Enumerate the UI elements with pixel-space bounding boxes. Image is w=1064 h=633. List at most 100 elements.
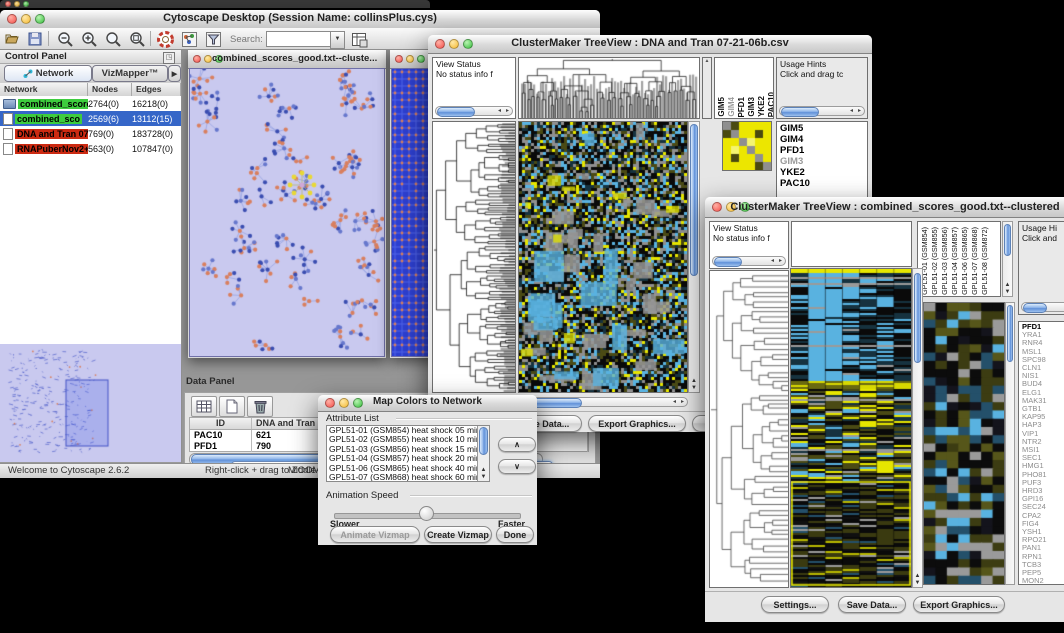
open-file-icon[interactable] [4,30,22,48]
column-label: GIM5 [717,97,726,117]
col-nodes[interactable]: Nodes [88,83,132,96]
network-view-icon[interactable] [180,30,198,48]
tv2-hints-hscrollbar[interactable] [1021,302,1064,312]
zoom-in-icon[interactable] [80,30,98,48]
search-dropdown-icon[interactable]: ▼ [330,31,345,49]
network-graph-canvas[interactable] [190,69,384,356]
tab-network[interactable]: Network [4,65,92,82]
view-status-text: No status info f [713,233,770,243]
attribute-list-vscrollbar[interactable]: ▲▼ [477,426,489,481]
zoom-icon[interactable] [417,55,425,63]
tv2-gene-list[interactable]: PFD1YRA1RNR4MSL1SPC98CLN1NIS1BUD4ELG1MAK… [1018,321,1064,585]
tv2-labels-vscrollbar[interactable]: ▲▼ [1002,221,1013,297]
col-edges[interactable]: Edges [132,83,181,96]
delete-attribute-trash-icon[interactable] [247,396,273,417]
tv1-hints-hscrollbar[interactable]: ◂▸ [779,106,865,116]
tv2-zoom-vscrollbar[interactable] [1005,302,1015,585]
filter-icon[interactable] [204,30,222,48]
tv1-mini-matrix-canvas[interactable] [723,122,771,170]
tab-vizmapper[interactable]: VizMapper™ [92,65,168,82]
window-controls[interactable] [5,1,29,7]
network-tree-row[interactable]: combined_scores2764(0)16218(0) [0,96,181,111]
done-button[interactable]: Done [496,526,534,543]
minimize-icon[interactable] [14,1,20,7]
minimize-icon[interactable] [406,55,414,63]
network-tree-row[interactable]: combined_sco2569(6)13112(15) [0,111,181,126]
close-icon[interactable] [395,55,403,63]
tv2-heatmap-vscrollbar[interactable]: ▲▼ [912,268,923,588]
tv1-status-hscrollbar[interactable]: ◂▸ [435,106,513,116]
scrollbar-thumb[interactable] [1007,305,1013,362]
zoom-selected-icon[interactable] [104,30,122,48]
treeview1-titlebar[interactable]: ClusterMaker TreeView : DNA and Tran 07-… [428,35,872,54]
animation-speed-slider-thumb[interactable] [419,506,434,521]
node-count: 2569(6) [88,114,132,124]
scrollbar-thumb[interactable] [714,257,742,267]
tv2-zoom-heatmap-canvas[interactable] [924,303,1004,584]
float-panel-icon[interactable]: ◳ [163,52,175,64]
move-down-button[interactable]: ∨ [498,459,536,474]
export-graphics-button[interactable]: Export Graphics... [588,415,686,432]
close-icon[interactable] [193,55,201,63]
new-attribute-icon[interactable] [219,396,245,417]
birdseye-view[interactable] [0,344,181,463]
tv2-usage-hints-panel: Usage Hi Click and [1018,221,1064,315]
tv2-heatmap-canvas[interactable] [791,269,911,587]
minimize-icon[interactable] [204,55,212,63]
attribute-list-box[interactable]: GPL51-01 (GSM854) heat shock 05 minGPL51… [326,425,490,482]
usage-hints-label: Usage Hi [1022,223,1057,233]
col-network[interactable]: Network [0,83,88,96]
export-graphics-button[interactable]: Export Graphics... [913,596,1005,613]
tv1-mini-vscrollbar[interactable]: ▲ [702,57,712,119]
zoom-fit-icon[interactable] [128,30,146,48]
tv1-heatmap-vscrollbar[interactable]: ▲▼ [688,121,700,393]
window-controls[interactable] [395,55,425,63]
export-graphics-label: Export Graphics... [920,600,998,610]
scrollbar-thumb[interactable] [437,107,475,117]
network-tree-row[interactable]: RNAPuberNov2+563(0)107847(0) [0,141,181,156]
select-attributes-icon[interactable] [191,396,217,417]
zoom-out-icon[interactable] [56,30,74,48]
move-up-button[interactable]: ∧ [498,437,536,452]
tv2-row-dendrogram-canvas[interactable] [710,271,788,587]
scrollbar-thumb[interactable] [781,107,819,117]
file-icon [3,113,13,125]
create-vizmap-button[interactable]: Create Vizmap [424,526,492,543]
network-window-titlebar[interactable]: combined_scores_good.txt--cluste... [188,50,386,69]
help-lifering-icon[interactable] [156,30,174,48]
close-icon[interactable] [5,1,11,7]
gene-label: GIM4 [780,134,867,145]
attribute-list-label: Attribute List [326,413,379,424]
settings-button[interactable]: Settings... [761,596,829,613]
tab-overflow-arrow[interactable]: ▶ [168,65,181,82]
save-data-label: Save Data... [847,600,898,610]
scrollbar-thumb[interactable] [1023,303,1047,313]
search-input[interactable] [266,31,334,47]
scrollbar-thumb[interactable] [690,124,698,276]
dialog-titlebar[interactable]: Map Colors to Network [318,395,537,412]
main-titlebar[interactable]: Cytoscape Desktop (Session Name: collins… [0,10,600,29]
attribute-item[interactable]: GPL51-07 (GSM868) heat shock 60 min [327,473,489,482]
edge-count: 13112(15) [132,114,181,124]
animate-vizmap-button[interactable]: Animate Vizmap [330,526,420,543]
attribute-table-icon[interactable] [350,30,368,48]
zoom-icon[interactable] [23,1,29,7]
tv1-bottom-hscrollbar[interactable]: ◂▸ [518,397,688,407]
save-icon[interactable] [26,30,44,48]
scrollbar-thumb[interactable] [914,273,921,363]
edge-count: 16218(0) [132,99,181,109]
tv1-heatmap-canvas[interactable] [519,122,687,392]
column-label: GPL51-06 (GSM865) [960,227,969,295]
tv1-column-dendrogram-canvas[interactable] [519,58,699,118]
column-label: GPL51-03 (GSM856) [940,227,949,295]
treeview2-titlebar[interactable]: ClusterMaker TreeView : combined_scores_… [705,197,1064,218]
col-id[interactable]: ID [190,418,252,429]
scrollbar-thumb[interactable] [479,427,488,455]
save-data-button[interactable]: Save Data... [838,596,906,613]
tv1-row-dendrogram-canvas[interactable] [433,122,515,392]
column-label: YKE2 [757,96,766,117]
network-tree-row[interactable]: DNA and Tran 07769(0)183728(0) [0,126,181,141]
scrollbar-thumb[interactable] [1004,224,1011,256]
tv2-status-hscrollbar[interactable]: ◂▸ [712,256,786,266]
network-canvas-container [189,68,385,357]
